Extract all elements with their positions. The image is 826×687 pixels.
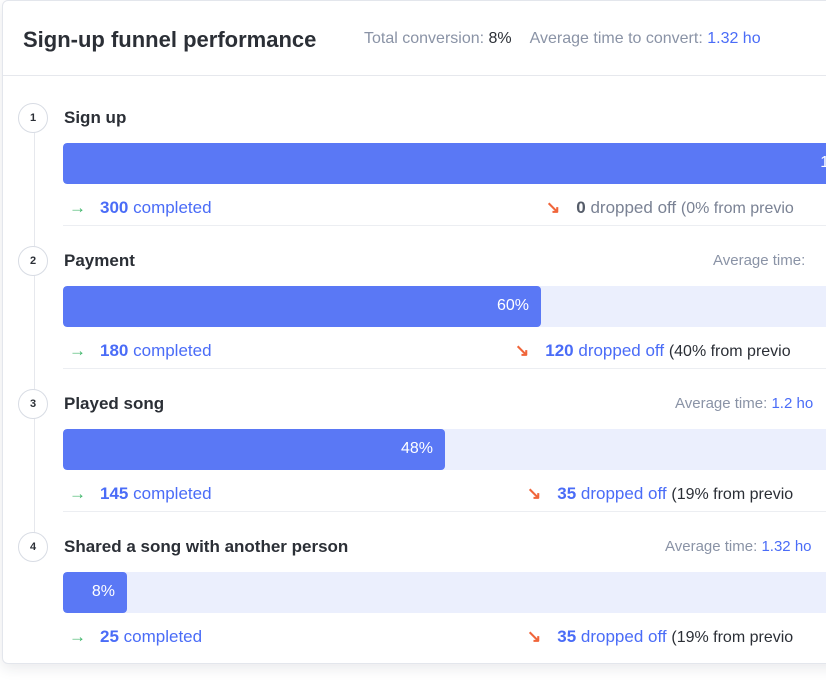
completed-number: 145 (100, 484, 129, 503)
step-progress-label: 60% (496, 297, 529, 314)
funnel-step-payment[interactable]: 2 Payment Average time: 60% → 180 complet… (3, 226, 826, 369)
completed-count[interactable]: → 180 completed (69, 341, 212, 361)
step-progress-fill: 8% (63, 572, 127, 613)
dropped-percent: (19% from previo (671, 629, 794, 646)
dropped-off-count[interactable]: ↘ 120 dropped off (40% from previo (515, 341, 791, 361)
completed-number: 180 (100, 341, 129, 360)
arrow-down-right-icon: ↘ (527, 627, 542, 646)
funnel-step-played-song[interactable]: 3 Played song Average time: 1.2 ho 48% →… (3, 369, 826, 512)
summary-stats: Total conversion: 8% Average time to conv… (364, 30, 761, 48)
step-progress-track: 60% (63, 286, 826, 327)
step-progress-track: 48% (63, 429, 826, 470)
dropped-percent: (40% from previo (668, 343, 791, 360)
step-number-badge: 1 (18, 103, 48, 133)
step-progress-track: 8% (63, 572, 826, 613)
page-title: Sign-up funnel performance (23, 27, 317, 52)
arrow-right-icon: → (69, 198, 86, 217)
completed-count[interactable]: → 25 completed (69, 627, 202, 647)
avg-time-value: 1.32 ho (761, 538, 812, 555)
total-conversion-label: Total conversion: (364, 30, 485, 47)
completed-number: 25 (100, 627, 119, 646)
step-progress-fill: 60% (63, 286, 541, 327)
arrow-down-right-icon: ↘ (515, 341, 530, 360)
dropped-number: 35 (557, 627, 577, 646)
step-avg-time: Average time: 1.2 ho (675, 395, 813, 412)
arrow-right-icon: → (69, 484, 86, 503)
completed-number: 300 (100, 198, 129, 217)
funnel-step-sign-up[interactable]: 1 Sign up 100 → 300 completed ↘ 0 dropped … (3, 83, 826, 226)
step-name: Sign up (64, 108, 127, 127)
step-avg-time: Average time: (713, 252, 805, 269)
dropped-label: dropped off (580, 627, 667, 646)
step-progress-label: 8% (91, 583, 115, 600)
arrow-down-right-icon: ↘ (546, 198, 561, 217)
dropped-number: 35 (557, 484, 577, 503)
completed-label: completed (123, 627, 203, 646)
step-progress-label: 48% (400, 440, 433, 457)
arrow-right-icon: → (69, 627, 86, 646)
completed-label: completed (133, 198, 212, 217)
step-name: Shared a song with another person (64, 537, 349, 556)
step-name: Played song (64, 394, 165, 413)
funnel-card: Sign-up funnel performance Total convers… (2, 0, 826, 664)
completed-label: completed (133, 341, 212, 360)
avg-time-label: Average time: (665, 538, 758, 555)
arrow-right-icon: → (69, 341, 86, 360)
funnel-step-shared-song[interactable]: 4 Shared a song with another person Aver… (3, 512, 826, 655)
dropped-off-count[interactable]: ↘ 35 dropped off (19% from previo (527, 627, 793, 647)
completed-label: completed (133, 484, 212, 503)
dropped-percent: (19% from previo (671, 486, 794, 503)
dropped-label: dropped off (580, 484, 667, 503)
step-progress-label: 100 (820, 154, 826, 172)
dropped-off-count[interactable]: ↘ 0 dropped off (0% from previo (546, 198, 794, 218)
avg-time-label: Average time: (675, 395, 768, 412)
dropped-number: 120 (545, 341, 574, 360)
total-conversion-value: 8% (488, 30, 512, 47)
dropped-label: dropped off (578, 341, 665, 360)
step-number-badge: 3 (18, 389, 48, 419)
step-name: Payment (64, 251, 135, 270)
step-avg-time: Average time: 1.32 ho (665, 538, 812, 555)
avg-time-label: Average time: (713, 252, 806, 269)
dropped-number: 0 (576, 198, 586, 217)
dropped-percent: (0% from previo (680, 200, 794, 217)
avg-time-value: 1.2 ho (771, 395, 814, 412)
step-number-badge: 2 (18, 246, 48, 276)
arrow-down-right-icon: ↘ (527, 484, 542, 503)
step-progress-fill: 48% (63, 429, 445, 470)
avg-time-to-convert-value: 1.32 ho (707, 30, 761, 47)
step-progress-track: 100 (63, 143, 826, 184)
step-progress-fill: 100 (63, 143, 826, 184)
step-number-badge: 4 (18, 532, 48, 562)
funnel-header: Sign-up funnel performance Total convers… (3, 1, 826, 76)
dropped-label: dropped off (590, 198, 677, 217)
completed-count[interactable]: → 145 completed (69, 484, 212, 504)
avg-time-to-convert-label: Average time to convert: (529, 30, 703, 47)
dropped-off-count[interactable]: ↘ 35 dropped off (19% from previo (527, 484, 793, 504)
completed-count[interactable]: → 300 completed (69, 198, 212, 218)
